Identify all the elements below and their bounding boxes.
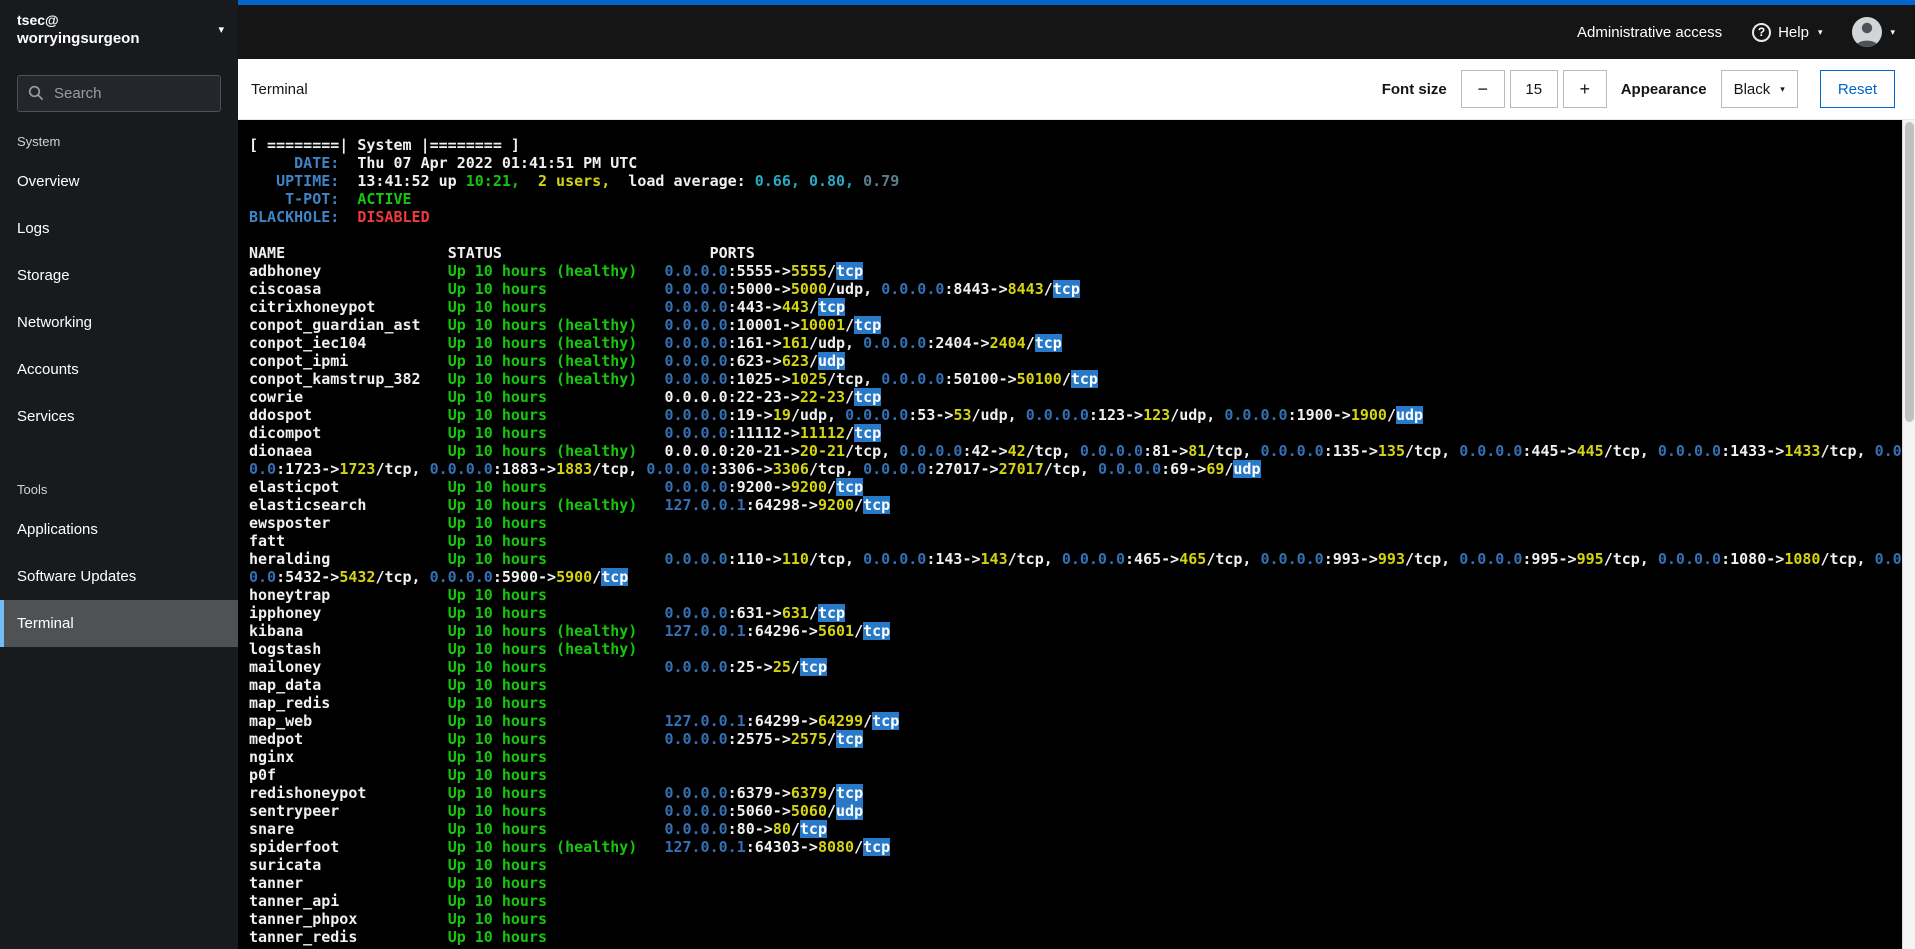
terminal-line: elasticsearch Up 10 hours (healthy) 127.…	[249, 496, 891, 514]
terminal-line: ipphoney Up 10 hours 0.0.0.0:631->631/tc…	[249, 604, 846, 622]
appearance-value: Black	[1733, 80, 1771, 98]
terminal-line: tanner_redis Up 10 hours	[249, 928, 548, 946]
sidebar-item-services[interactable]: Services	[0, 393, 238, 440]
scrollbar-thumb[interactable]	[1905, 122, 1914, 422]
help-menu[interactable]: ? Help ▾	[1752, 22, 1823, 42]
reset-button[interactable]: Reset	[1819, 70, 1895, 108]
terminal-line: heralding Up 10 hours 0.0.0.0:110->110/t…	[249, 550, 1911, 568]
font-size-stepper: − 15 +	[1460, 70, 1607, 108]
help-icon: ?	[1752, 22, 1772, 42]
main-area: Administrative access ? Help ▾ ▾ Termina…	[238, 0, 1915, 949]
sidebar-item-networking[interactable]: Networking	[0, 299, 238, 346]
toolbar-controls: Font size − 15 + Appearance Black ▾ Rese…	[1382, 70, 1895, 108]
terminal-line: 0.0:1723->1723/tcp, 0.0.0.0:1883->1883/t…	[249, 460, 1261, 478]
terminal-line: logstash Up 10 hours (healthy)	[249, 640, 638, 658]
sidebar-item-applications[interactable]: Applications	[0, 506, 238, 553]
terminal-line: citrixhoneypot Up 10 hours 0.0.0.0:443->…	[249, 298, 846, 316]
app-root: tsec@ worryingsurgeon ▾ System OverviewLo…	[0, 0, 1915, 949]
terminal-line: fatt Up 10 hours	[249, 532, 548, 550]
sidebar-item-overview[interactable]: Overview	[0, 158, 238, 205]
chevron-down-icon: ▾	[1780, 83, 1785, 94]
font-size-value: 15	[1509, 70, 1558, 108]
terminal-line: map_data Up 10 hours	[249, 676, 548, 694]
chevron-down-icon: ▾	[1817, 26, 1823, 37]
host-name: worryingsurgeon	[17, 30, 140, 47]
terminal-line: adbhoney Up 10 hours (healthy) 0.0.0.0:5…	[249, 262, 864, 280]
sidebar-section-label: Tools	[17, 482, 48, 497]
search-icon	[28, 85, 44, 101]
terminal-line: [ ========| System |======== ]	[249, 136, 520, 154]
terminal-line: spiderfoot Up 10 hours (healthy) 127.0.0…	[249, 838, 891, 856]
sidebar-item-storage[interactable]: Storage	[0, 252, 238, 299]
terminal-line: elasticpot Up 10 hours 0.0.0.0:9200->920…	[249, 478, 864, 496]
search-input[interactable]	[17, 75, 221, 112]
top-header: Administrative access ? Help ▾ ▾	[238, 5, 1915, 59]
appearance-label: Appearance	[1620, 80, 1707, 98]
terminal-line: UPTIME: 13:41:52 up 10:21, 2 users, load…	[249, 172, 900, 190]
sidebar-item-software-updates[interactable]: Software Updates	[0, 553, 238, 600]
host-user: tsec@	[17, 12, 59, 28]
terminal-line: ciscoasa Up 10 hours 0.0.0.0:5000->5000/…	[249, 280, 1080, 298]
terminal-line: dicompot Up 10 hours 0.0.0.0:11112->1111…	[249, 424, 882, 442]
terminal-line: kibana Up 10 hours (healthy) 127.0.0.1:6…	[249, 622, 891, 640]
session-menu[interactable]: ▾	[1852, 17, 1895, 47]
terminal[interactable]: [ ========| System |======== ] DATE: Thu…	[238, 120, 1915, 949]
terminal-line: dionaea Up 10 hours (healthy) 0.0.0.0:20…	[249, 442, 1911, 460]
sidebar-search	[17, 75, 221, 112]
terminal-line: conpot_iec104 Up 10 hours (healthy) 0.0.…	[249, 334, 1062, 352]
terminal-line: tanner_phpox Up 10 hours	[249, 910, 548, 928]
terminal-toolbar: Terminal Font size − 15 + Appearance Bla…	[238, 59, 1915, 120]
page-title: Terminal	[251, 80, 308, 98]
terminal-line: mailoney Up 10 hours 0.0.0.0:25->25/tcp	[249, 658, 827, 676]
sidebar-section-label: System	[17, 134, 61, 149]
chevron-down-icon: ▾	[1890, 26, 1895, 37]
terminal-output: [ ========| System |======== ] DATE: Thu…	[249, 136, 1915, 946]
terminal-line: suricata Up 10 hours	[249, 856, 548, 874]
chevron-down-icon: ▾	[218, 24, 224, 36]
terminal-line: map_web Up 10 hours 127.0.0.1:64299->642…	[249, 712, 900, 730]
terminal-line: 0.0:5432->5432/tcp, 0.0.0.0:5900->5900/t…	[249, 568, 629, 586]
avatar	[1852, 17, 1883, 47]
terminal-line: cowrie Up 10 hours 0.0.0.0:22-23->22-23/…	[249, 388, 882, 406]
sidebar-item-accounts[interactable]: Accounts	[0, 346, 238, 393]
terminal-line: p0f Up 10 hours	[249, 766, 548, 784]
terminal-line: snare Up 10 hours 0.0.0.0:80->80/tcp	[249, 820, 827, 838]
terminal-line: map_redis Up 10 hours	[249, 694, 548, 712]
terminal-line: T-POT: ACTIVE	[249, 190, 412, 208]
terminal-line: NAME STATUS PORTS	[249, 244, 755, 262]
font-size-decrease-button[interactable]: −	[1460, 70, 1505, 108]
font-size-increase-button[interactable]: +	[1562, 70, 1607, 108]
terminal-line: tanner Up 10 hours	[249, 874, 548, 892]
scrollbar[interactable]	[1902, 120, 1915, 949]
sidebar: tsec@ worryingsurgeon ▾ System OverviewLo…	[0, 0, 238, 949]
sidebar-item-logs[interactable]: Logs	[0, 205, 238, 252]
terminal-line: conpot_ipmi Up 10 hours (healthy) 0.0.0.…	[249, 352, 846, 370]
host-switcher[interactable]: tsec@ worryingsurgeon ▾	[0, 0, 238, 59]
help-label: Help	[1778, 23, 1809, 41]
terminal-line: DATE: Thu 07 Apr 2022 01:41:51 PM UTC	[249, 154, 638, 172]
terminal-line: ddospot Up 10 hours 0.0.0.0:19->19/udp, …	[249, 406, 1424, 424]
terminal-line: medpot Up 10 hours 0.0.0.0:2575->2575/tc…	[249, 730, 864, 748]
font-size-label: Font size	[1381, 80, 1447, 98]
terminal-line: conpot_kamstrup_382 Up 10 hours (healthy…	[249, 370, 1098, 388]
terminal-line: conpot_guardian_ast Up 10 hours (healthy…	[249, 316, 882, 334]
terminal-line: nginx Up 10 hours	[249, 748, 548, 766]
terminal-line: redishoneypot Up 10 hours 0.0.0.0:6379->…	[249, 784, 864, 802]
terminal-line: tanner_api Up 10 hours	[249, 892, 548, 910]
admin-access-button[interactable]: Administrative access	[1577, 24, 1722, 41]
terminal-line: honeytrap Up 10 hours	[249, 586, 548, 604]
sidebar-nav: System Overview Logs Storage Networking Accou…	[0, 116, 238, 949]
terminal-line: BLACKHOLE: DISABLED	[249, 208, 430, 226]
terminal-line: ewsposter Up 10 hours	[249, 514, 548, 532]
sidebar-item-terminal[interactable]: Terminal	[0, 600, 238, 647]
appearance-select[interactable]: Black ▾	[1720, 70, 1798, 108]
terminal-line: sentrypeer Up 10 hours 0.0.0.0:5060->506…	[249, 802, 864, 820]
